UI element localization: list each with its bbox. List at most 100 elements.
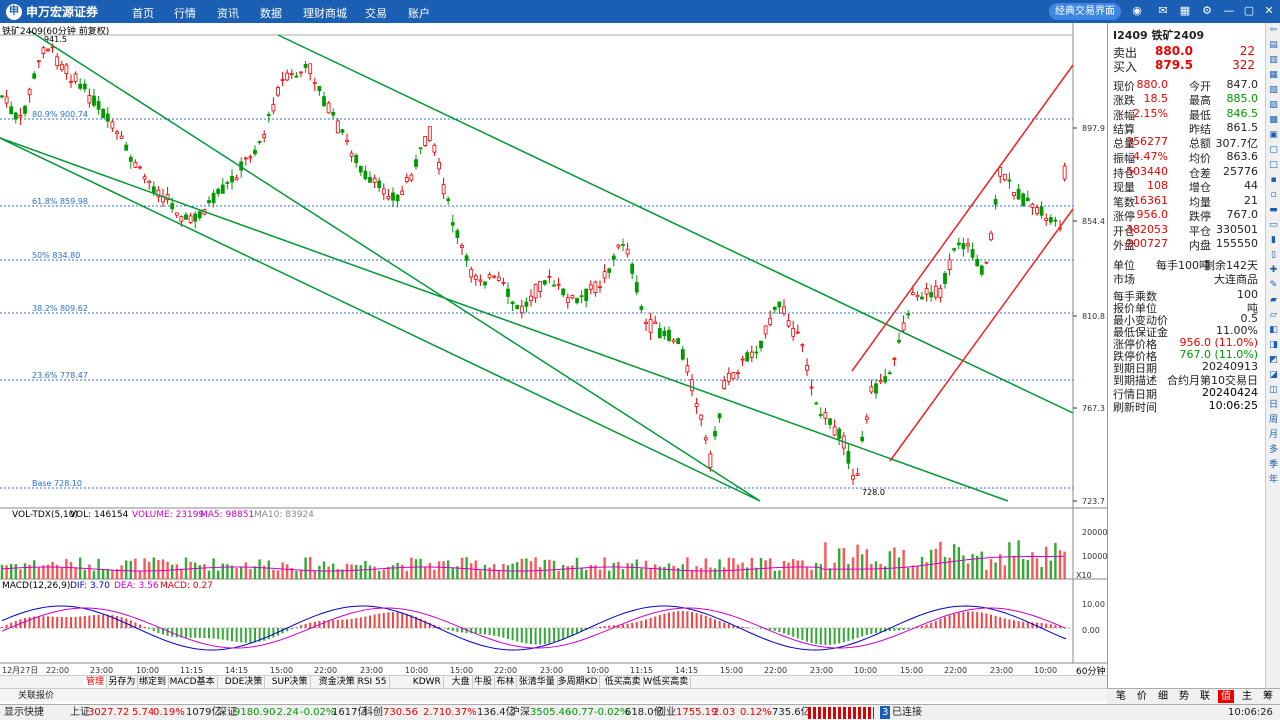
position-row: 笔数 16361 均量 21	[1113, 194, 1263, 209]
period-month[interactable]: 月	[1266, 428, 1280, 443]
period-multi[interactable]: 多	[1266, 443, 1280, 458]
open-row: 开仓 382053 平仓 330501	[1113, 223, 1263, 238]
kc-index-label[interactable]: 科创	[363, 705, 383, 720]
drawing-tool-icon[interactable]: ▮	[1266, 233, 1280, 248]
macd-bar	[369, 615, 371, 628]
volume-bar	[856, 544, 859, 579]
candle-body	[740, 358, 745, 361]
maximize-icon[interactable]: ▢	[1242, 4, 1256, 18]
drawing-tool-icon[interactable]: ▫	[1266, 188, 1280, 203]
drawing-tool-icon[interactable]: ▨	[1266, 98, 1280, 113]
panel-tab[interactable]: 价	[1134, 690, 1150, 703]
panel-tab[interactable]: 主	[1239, 690, 1255, 703]
macd-bar	[221, 628, 224, 640]
candle-body	[124, 144, 129, 151]
drawing-tool-icon[interactable]: ▢	[1266, 143, 1280, 158]
drawing-tool-icon[interactable]: ▪	[1266, 173, 1280, 188]
nav-trade[interactable]: 交易	[365, 5, 387, 21]
panel-tab[interactable]: 值	[1218, 690, 1234, 703]
period-quarter[interactable]: 季	[1266, 458, 1280, 473]
candle-body	[243, 157, 248, 160]
crosshair-icon[interactable]: ✚	[1266, 263, 1280, 278]
candle-body	[312, 81, 317, 85]
candle-body	[998, 167, 1003, 177]
volume-bar	[497, 570, 500, 579]
volume-bar	[368, 565, 372, 579]
drawing-tool-icon[interactable]: ▦	[1266, 68, 1280, 83]
minimize-icon[interactable]: —	[1222, 4, 1236, 18]
period-year[interactable]: 年	[1266, 473, 1280, 488]
message-icon[interactable]: ✉	[1156, 4, 1170, 18]
price-tick: 723.7	[1082, 497, 1105, 506]
top-navigation-bar: 申申万宏源证券 首页 行情 资讯 数据 理财商城 交易 账户 经典交易界面 ◉ …	[0, 0, 1280, 23]
drawing-tool-icon[interactable]: ▰	[1266, 293, 1280, 308]
drawing-tool-icon[interactable]: ◫	[1266, 383, 1280, 398]
arrow-left-icon[interactable]: ⇦	[1266, 23, 1280, 38]
drawing-tool-icon[interactable]: ▱	[1266, 308, 1280, 323]
period-week[interactable]: 周	[1266, 413, 1280, 428]
drawing-tool-icon[interactable]: ▣	[1266, 128, 1280, 143]
related-quote-tab[interactable]: 关联报价	[18, 689, 54, 703]
candle-body	[584, 288, 589, 302]
macd-bar	[994, 615, 997, 628]
panel-tab[interactable]: 联	[1197, 690, 1213, 703]
nav-home[interactable]: 首页	[132, 5, 154, 21]
panel-tab[interactable]: 势	[1176, 690, 1192, 703]
vol-indicator-name[interactable]: VOL-TDX(5,10)	[12, 510, 78, 520]
position-value: 108	[1147, 179, 1168, 193]
drawing-tool-icon[interactable]: ◩	[1266, 353, 1280, 368]
nav-news[interactable]: 资讯	[217, 5, 239, 21]
macd-bar	[1013, 620, 1015, 628]
candle-body	[906, 313, 911, 316]
drawing-tool-icon[interactable]: ▩	[1266, 113, 1280, 128]
volume-bar	[230, 565, 234, 579]
volume-bar	[723, 567, 726, 579]
volume-bar	[672, 565, 675, 579]
volume-bar	[787, 562, 790, 579]
drawing-tool-icon[interactable]: ▤	[1266, 38, 1280, 53]
candle-body	[303, 64, 308, 68]
macd-bar	[208, 628, 210, 639]
quick-toggle[interactable]: 显示快捷	[4, 705, 44, 720]
drawing-tool-icon[interactable]: ▬	[1266, 203, 1280, 218]
drawing-tool-icon[interactable]: ◧	[1266, 323, 1280, 338]
headset-icon[interactable]: ◉	[1130, 4, 1144, 18]
drawing-tool-icon[interactable]: ▥	[1266, 53, 1280, 68]
volume-bar	[437, 561, 441, 579]
candle-body	[556, 283, 561, 286]
panel-tab[interactable]: 细	[1155, 690, 1171, 703]
drawing-tool-icon[interactable]: ◪	[1266, 368, 1280, 383]
drawing-tool-icon[interactable]: ▯	[1266, 248, 1280, 263]
macd-bar	[520, 628, 523, 643]
macd-indicator-name[interactable]: MACD(12,26,9)	[2, 581, 70, 591]
close-icon[interactable]: ✕	[1262, 4, 1276, 18]
panel-tab[interactable]: 筹	[1260, 690, 1276, 703]
volume-bar	[391, 565, 395, 579]
drawing-tool-icon[interactable]: ◨	[1266, 338, 1280, 353]
volume-bar	[810, 569, 813, 579]
classic-trade-button[interactable]: 经典交易界面	[1049, 3, 1121, 20]
macd-bar	[56, 616, 59, 628]
cy-index-label[interactable]: 创业	[656, 705, 676, 720]
candle-body	[197, 211, 202, 219]
pen-icon[interactable]: ✎	[1266, 278, 1280, 293]
panel-tab[interactable]: 笔	[1113, 690, 1129, 703]
drawing-tool-icon[interactable]: ▭	[1266, 218, 1280, 233]
hs-index-label[interactable]: 沪深	[510, 705, 530, 720]
drawing-tool-icon[interactable]: ▧	[1266, 83, 1280, 98]
nav-wealth-mall[interactable]: 理财商城	[303, 5, 347, 21]
candle-body	[105, 113, 110, 122]
sh-index-label[interactable]: 上证	[70, 705, 90, 720]
nav-account[interactable]: 账户	[408, 5, 430, 21]
kline-chart-area[interactable]: 80.9% 900.74 61.8% 859.98 50% 834.80 38.2% …	[0, 23, 1107, 688]
candle-body	[0, 95, 4, 98]
settings-gear-icon[interactable]: ⚙	[1200, 4, 1214, 18]
candle-body	[27, 88, 32, 96]
nav-data[interactable]: 数据	[260, 5, 282, 21]
candle-body	[561, 288, 566, 296]
volume-bar	[713, 568, 717, 579]
nav-market[interactable]: 行情	[174, 5, 196, 21]
grid-icon[interactable]: ▦	[1178, 4, 1192, 18]
period-day[interactable]: 日	[1266, 398, 1280, 413]
drawing-tool-icon[interactable]: □	[1266, 158, 1280, 173]
